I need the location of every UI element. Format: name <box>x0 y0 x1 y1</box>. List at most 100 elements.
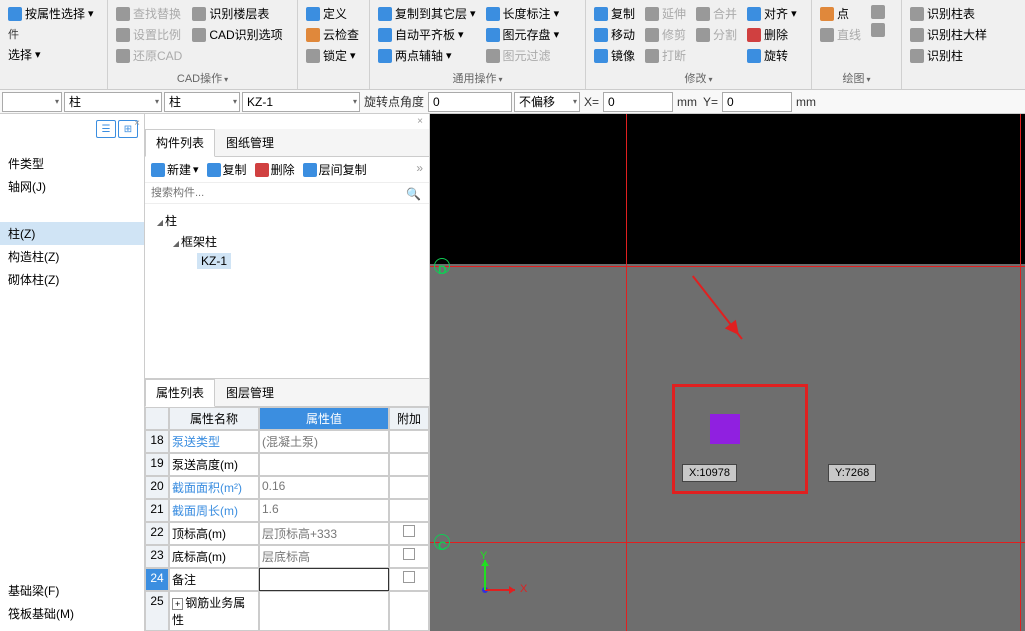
rotate-button[interactable]: 旋转 <box>745 46 799 65</box>
tab-drawing-mgmt[interactable]: 图纸管理 <box>215 129 285 156</box>
mid-panel: × 构件列表 图纸管理 新建 ▾ 复制 删除 层间复制 » 🔍 ◢柱◢框架柱KZ… <box>145 114 430 631</box>
leftpanel-close-icon[interactable]: × <box>134 118 140 129</box>
nav-item[interactable]: 筏板基础(M) <box>0 602 144 625</box>
general-group-label[interactable]: 通用操作 <box>374 71 581 87</box>
component-combo[interactable]: KZ-1 <box>242 92 360 112</box>
nav-item <box>0 435 144 459</box>
input-bar: 柱 柱 KZ-1 旋转点角度 不偏移 X= mm Y= mm <box>0 90 1025 114</box>
column-element[interactable] <box>710 414 740 444</box>
prop-header-extra: 附加 <box>389 407 429 430</box>
category-combo[interactable]: 柱 <box>64 92 162 112</box>
view-list-button[interactable]: ☰ <box>96 120 116 138</box>
ribbon: 按属性选择 ▾ 件 选择 ▾ 查找替换 设置比例 还原CAD 识别楼层表 CAD… <box>0 0 1025 90</box>
nav-item[interactable]: 轴网(J) <box>0 175 144 198</box>
extend-button[interactable]: 延伸 <box>643 4 688 23</box>
modify-group-label[interactable]: 修改 <box>590 71 807 87</box>
offset-combo[interactable]: 不偏移 <box>514 92 580 112</box>
axis-label-c: C <box>438 539 447 553</box>
x-input[interactable] <box>603 92 673 112</box>
property-row[interactable]: 21截面周长(m)1.6 <box>145 499 429 522</box>
nav-item <box>0 531 144 555</box>
tree-node[interactable]: ◢框架柱 <box>151 231 423 252</box>
property-grid: 属性名称 属性值 附加 18泵送类型(混凝土泵)19泵送高度(m)20截面面积(… <box>145 407 429 631</box>
search-input[interactable] <box>145 183 429 204</box>
left-arrow-combo[interactable] <box>2 92 62 112</box>
save-elements-button[interactable]: 图元存盘 ▾ <box>484 25 562 44</box>
nav-item[interactable]: 柱(Z) <box>0 222 144 245</box>
nav-item <box>0 315 144 339</box>
midpanel-close-icon[interactable]: × <box>145 114 429 129</box>
recog-col-table-button[interactable]: 识别柱表 <box>908 4 989 23</box>
point-button[interactable]: 点 <box>818 4 863 23</box>
recognize-floor-button[interactable]: 识别楼层表 <box>190 4 284 23</box>
new-button[interactable]: 新建 ▾ <box>151 161 199 178</box>
move-button[interactable]: 移动 <box>592 25 637 44</box>
cad-group-label[interactable]: CAD操作 <box>112 71 293 87</box>
recog-col-button[interactable]: 识别柱 <box>908 46 989 65</box>
nav-item[interactable]: 砌体柱(Z) <box>0 268 144 291</box>
nav-item <box>0 483 144 507</box>
copy-to-layer-button[interactable]: 复制到其它层 ▾ <box>376 4 478 23</box>
select-dropdown[interactable]: 选择 ▾ <box>6 45 96 64</box>
filter-elements-button[interactable]: 图元过滤 <box>484 46 562 65</box>
nav-item <box>0 411 144 435</box>
copy-button[interactable]: 复制 <box>592 4 637 23</box>
lock-button[interactable]: 锁定 ▾ <box>304 46 361 65</box>
tab-component-list[interactable]: 构件列表 <box>145 129 215 157</box>
property-row[interactable]: 23底标高(m)层底标高 <box>145 545 429 568</box>
nav-item <box>0 339 144 363</box>
nav-item[interactable]: 构造柱(Z) <box>0 245 144 268</box>
nav-item[interactable]: 基础梁(F) <box>0 579 144 602</box>
toolbar-more-icon[interactable]: » <box>416 161 423 178</box>
cad-options-button[interactable]: CAD识别选项 <box>190 25 284 44</box>
property-row[interactable]: 20截面面积(m²)0.16 <box>145 476 429 499</box>
length-dim-button[interactable]: 长度标注 ▾ <box>484 4 562 23</box>
set-scale-button[interactable]: 设置比例 <box>114 25 184 44</box>
select-by-attr-button[interactable]: 按属性选择 ▾ <box>6 4 96 23</box>
delete-button[interactable]: 删除 <box>745 25 799 44</box>
prop-header-value[interactable]: 属性值 <box>259 407 389 430</box>
nav-item <box>0 387 144 411</box>
dup-button[interactable]: 复制 <box>207 161 247 178</box>
trim-button[interactable]: 修剪 <box>643 25 688 44</box>
search-icon[interactable]: 🔍 <box>406 187 421 201</box>
restore-cad-button[interactable]: 还原CAD <box>114 46 184 65</box>
property-row[interactable]: 24备注 <box>145 568 429 591</box>
copy-between-button[interactable]: 层间复制 <box>303 161 367 178</box>
rotation-input[interactable] <box>428 92 512 112</box>
merge-button[interactable]: 合并 <box>694 4 739 23</box>
define-button[interactable]: 定义 <box>304 4 361 23</box>
line-button[interactable]: 直线 <box>818 25 863 44</box>
shape1-button[interactable] <box>869 4 887 20</box>
split-button[interactable]: 分割 <box>694 25 739 44</box>
property-row[interactable]: 18泵送类型(混凝土泵) <box>145 430 429 453</box>
left-panel: × ☰ ⊞ 件类型轴网(J)柱(Z)构造柱(Z)砌体柱(Z)基础梁(F)筏板基础… <box>0 114 145 631</box>
mirror-button[interactable]: 镜像 <box>592 46 637 65</box>
tab-layers[interactable]: 图层管理 <box>215 379 285 406</box>
viewport[interactable]: D C X:10978 Y:7268 X Y <box>430 114 1025 631</box>
property-row[interactable]: 19泵送高度(m) <box>145 453 429 476</box>
find-replace-button[interactable]: 查找替换 <box>114 4 184 23</box>
tree-node[interactable]: ◢柱 <box>151 210 423 231</box>
aux-axis-button[interactable]: 两点辅轴 ▾ <box>376 46 478 65</box>
align-button[interactable]: 对齐 ▾ <box>745 4 799 23</box>
axis-label-d: D <box>438 263 447 277</box>
auto-level-button[interactable]: 自动平齐板 ▾ <box>376 25 478 44</box>
tree-node[interactable]: KZ-1 <box>151 252 423 270</box>
nav-item[interactable]: 件类型 <box>0 152 144 175</box>
shape2-button[interactable] <box>869 22 887 38</box>
y-input[interactable] <box>722 92 792 112</box>
draw-group-label[interactable]: 绘图 <box>816 71 897 87</box>
cloud-check-button[interactable]: 云检查 <box>304 25 361 44</box>
tab-properties[interactable]: 属性列表 <box>145 379 215 407</box>
mm-label-1: mm <box>675 95 699 109</box>
subcategory-combo[interactable]: 柱 <box>164 92 240 112</box>
property-row[interactable]: 22顶标高(m)层顶标高+333 <box>145 522 429 545</box>
prop-header-name: 属性名称 <box>169 407 259 430</box>
property-row[interactable]: 25+钢筋业务属性 <box>145 591 429 631</box>
axis-x-label: X <box>520 583 527 595</box>
recog-col-detail-button[interactable]: 识别柱大样 <box>908 25 989 44</box>
rotation-label: 旋转点角度 <box>362 93 426 110</box>
del-button[interactable]: 删除 <box>255 161 295 178</box>
break-button[interactable]: 打断 <box>643 46 688 65</box>
